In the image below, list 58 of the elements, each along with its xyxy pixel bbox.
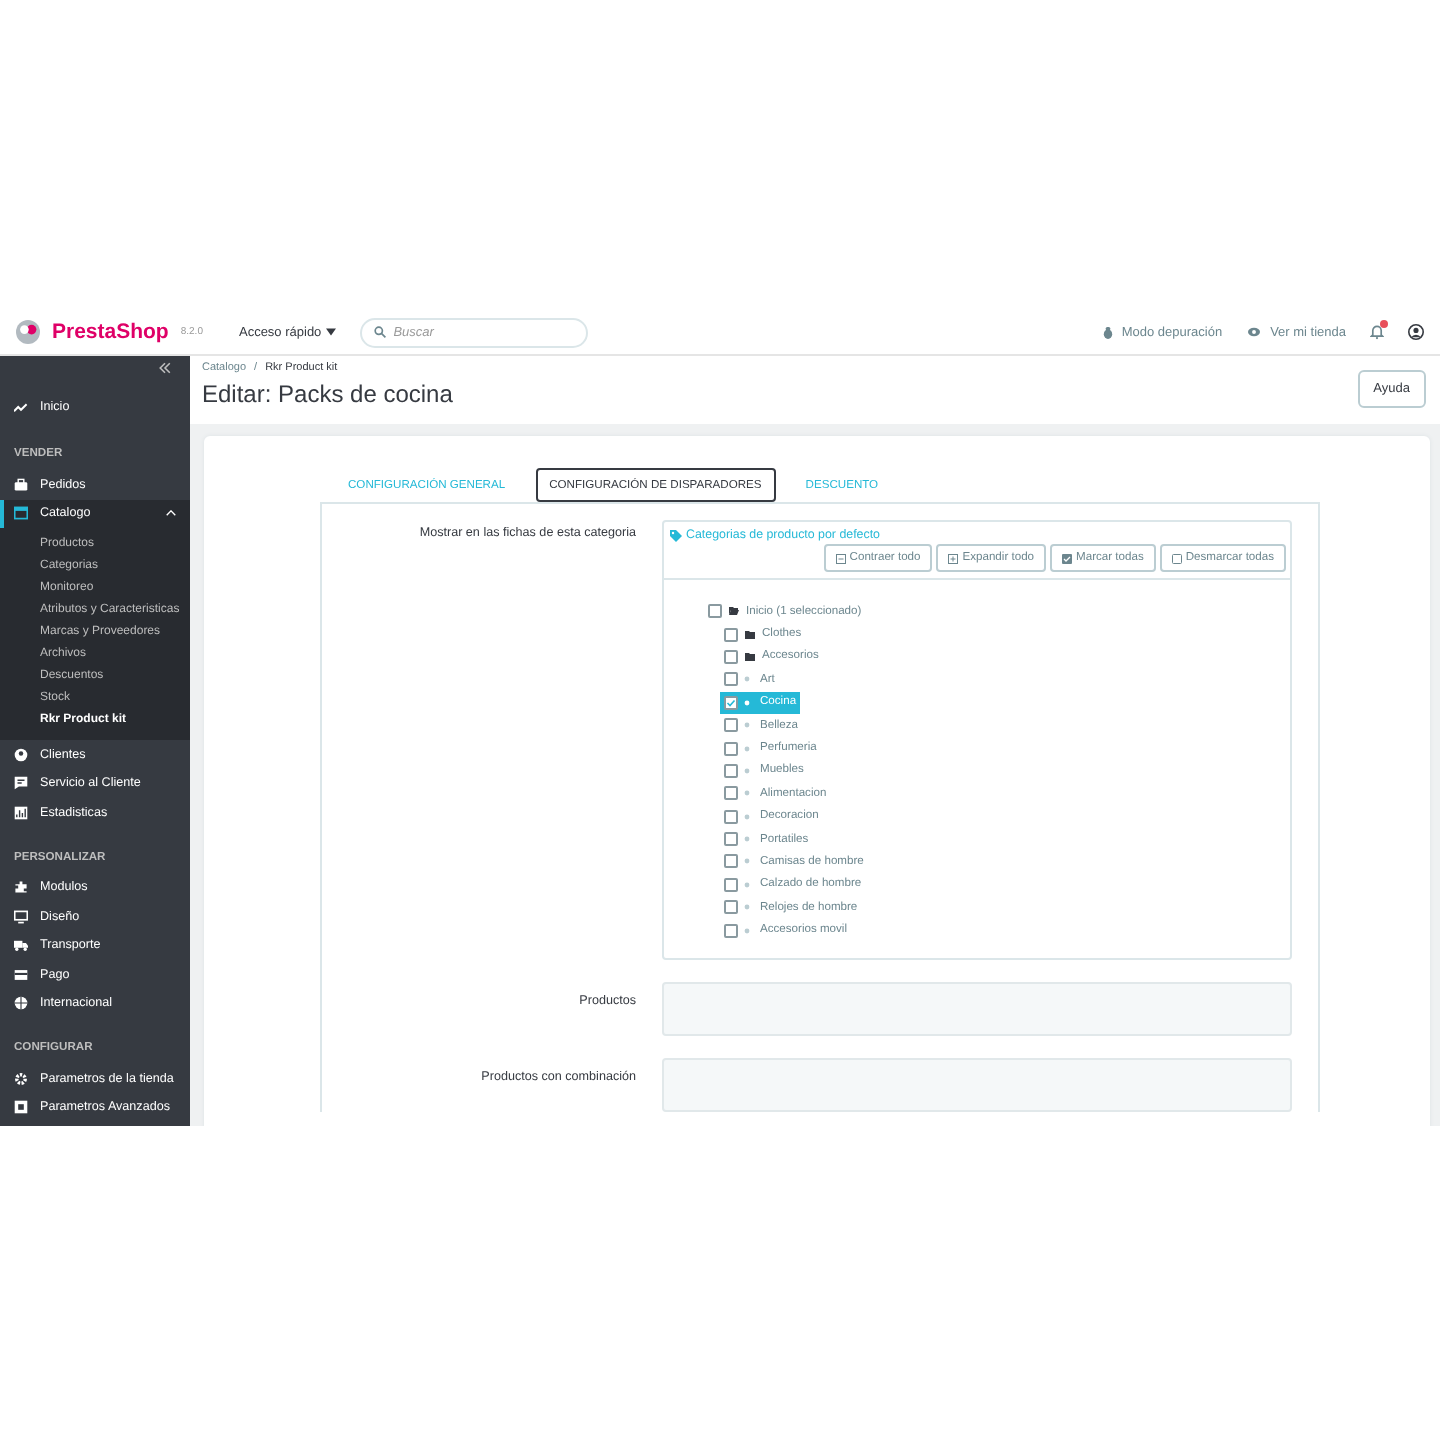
checked-box-icon — [1062, 553, 1073, 563]
checkbox[interactable] — [708, 604, 722, 619]
checkbox[interactable] — [724, 741, 738, 756]
page-title: Editar: Packs de cocina — [202, 380, 453, 408]
checkbox[interactable] — [724, 718, 738, 733]
truck-icon — [14, 938, 28, 953]
empty-box-icon — [1171, 553, 1182, 563]
bullet-icon — [744, 927, 750, 934]
bullet-icon — [744, 745, 750, 752]
caret-icon — [325, 328, 336, 336]
product-search-field[interactable] — [662, 981, 1292, 1036]
bullet-icon — [744, 790, 750, 797]
checkbox[interactable] — [724, 627, 738, 642]
checkbox[interactable] — [724, 649, 738, 664]
account-icon — [1408, 324, 1424, 340]
collapse-icon — [158, 362, 172, 374]
checkbox[interactable] — [724, 809, 738, 824]
tag-icon — [670, 529, 682, 541]
basket-icon — [14, 477, 28, 492]
bullet-icon — [744, 767, 750, 774]
card-icon — [14, 967, 28, 982]
checkbox[interactable] — [724, 832, 738, 847]
globe-icon — [14, 996, 28, 1011]
gear-icon — [14, 1071, 28, 1086]
logo-text: PrestaShop — [52, 320, 169, 344]
open-folder-icon — [728, 606, 740, 617]
bullet-icon — [744, 881, 750, 888]
checkbox[interactable] — [724, 763, 738, 778]
search-icon — [373, 326, 386, 338]
trend-line-icon — [14, 399, 28, 413]
minus-box-icon — [835, 553, 846, 563]
checkbox[interactable] — [724, 923, 738, 938]
bug-icon — [1101, 325, 1114, 339]
bar-chart-icon — [14, 805, 28, 820]
puzzle-icon — [14, 880, 28, 895]
checkbox[interactable] — [724, 900, 738, 915]
bullet-icon — [744, 836, 750, 843]
checkbox[interactable] — [724, 695, 738, 710]
square-icon — [14, 1100, 28, 1115]
checkbox[interactable] — [724, 854, 738, 869]
checkbox[interactable] — [724, 672, 738, 687]
speech-bubble-icon — [14, 776, 28, 791]
checkbox[interactable] — [724, 786, 738, 801]
bullet-icon — [744, 699, 750, 706]
checkbox[interactable] — [724, 877, 738, 892]
check-icon — [726, 697, 736, 708]
bullet-icon — [744, 722, 750, 729]
bullet-icon — [744, 904, 750, 911]
product-search-field[interactable] — [662, 1057, 1292, 1112]
monitor-icon — [14, 909, 28, 924]
bullet-icon — [744, 813, 750, 820]
bullet-icon — [744, 676, 750, 683]
notifications-button[interactable] — [1370, 324, 1384, 340]
plus-box-icon — [948, 553, 959, 563]
eye-icon — [1246, 326, 1263, 338]
bell-icon — [1370, 324, 1384, 340]
bullet-icon — [744, 858, 750, 865]
logo-icon — [16, 320, 40, 344]
